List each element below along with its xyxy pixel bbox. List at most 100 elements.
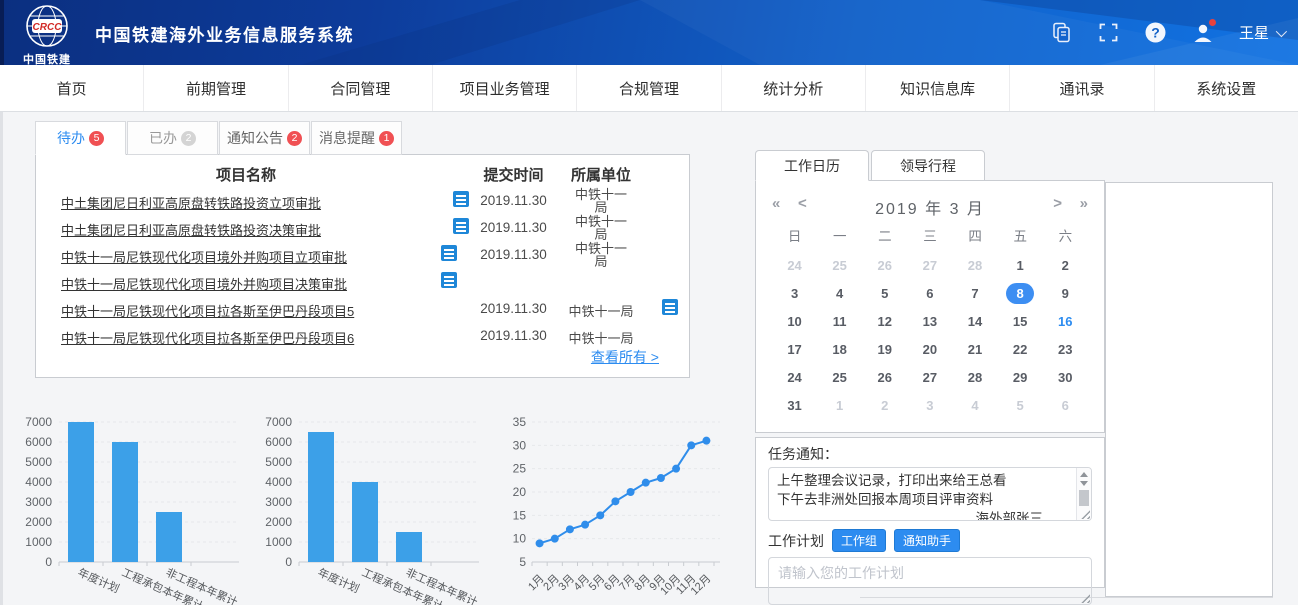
scroll-down-arrow-icon[interactable] xyxy=(1080,481,1088,486)
calendar-day[interactable]: 27 xyxy=(907,251,952,279)
calendar-day[interactable]: 6 xyxy=(1043,391,1088,419)
calendar-day[interactable]: 17 xyxy=(772,335,817,363)
calendar-day[interactable]: 7 xyxy=(952,279,997,307)
tab-0[interactable]: 待办5 xyxy=(35,121,126,155)
day-number: 20 xyxy=(923,342,937,357)
calendar-day[interactable]: 26 xyxy=(862,363,907,391)
detail-list-icon[interactable] xyxy=(662,299,678,315)
calendar-day[interactable]: 28 xyxy=(952,363,997,391)
calendar-day[interactable]: 21 xyxy=(952,335,997,363)
username: 王星 xyxy=(1239,22,1269,43)
project-link[interactable]: 中铁十一局尼铁现代化项目拉各斯至伊巴丹段项目5 xyxy=(61,301,354,320)
todo-panel: 项目名称 提交时间 所属单位 中土集团尼日利亚高原盘转铁路投资立项审批2019.… xyxy=(35,154,690,378)
tab-1[interactable]: 已办2 xyxy=(127,121,218,155)
calendar-day[interactable]: 1 xyxy=(817,391,862,419)
calendar-day[interactable]: 31 xyxy=(772,391,817,419)
next-month-arrow[interactable]: > xyxy=(1053,195,1062,212)
calendar-day[interactable]: 1 xyxy=(998,251,1043,279)
work-group-button[interactable]: 工作组 xyxy=(832,529,886,552)
calendar-day[interactable]: 10 xyxy=(772,307,817,335)
user-icon[interactable] xyxy=(1192,22,1214,44)
nav-item-7[interactable]: 通讯录 xyxy=(1010,65,1154,111)
svg-text:15: 15 xyxy=(513,508,527,522)
calendar-day[interactable]: 25 xyxy=(817,363,862,391)
nav-item-2[interactable]: 合同管理 xyxy=(289,65,433,111)
calendar-day[interactable]: 27 xyxy=(907,363,952,391)
next-year-arrow[interactable]: » xyxy=(1080,195,1088,212)
submit-date: 2019.11.30 xyxy=(466,193,561,208)
calendar-day[interactable]: 13 xyxy=(907,307,952,335)
calendar-day[interactable]: 24 xyxy=(772,363,817,391)
detail-list-icon[interactable] xyxy=(441,245,457,261)
calendar-day[interactable]: 28 xyxy=(952,251,997,279)
calendar-day[interactable]: 15 xyxy=(998,307,1043,335)
scrollbar-thumb[interactable] xyxy=(1079,490,1089,506)
scroll-up-arrow-icon[interactable] xyxy=(1080,472,1088,477)
svg-text:5: 5 xyxy=(519,555,526,569)
view-all-link[interactable]: 查看所有 > xyxy=(591,347,659,367)
nav-item-8[interactable]: 系统设置 xyxy=(1155,65,1298,111)
nav-item-6[interactable]: 知识信息库 xyxy=(866,65,1010,111)
tab-3[interactable]: 消息提醒1 xyxy=(311,121,402,155)
calendar-day[interactable]: 9 xyxy=(1043,279,1088,307)
nav-item-1[interactable]: 前期管理 xyxy=(144,65,288,111)
tab-2[interactable]: 通知公告2 xyxy=(219,121,310,155)
project-link[interactable]: 中土集团尼日利亚高原盘转铁路投资立项审批 xyxy=(61,193,321,212)
nav-item-3[interactable]: 项目业务管理 xyxy=(433,65,577,111)
project-link[interactable]: 中铁十一局尼铁现代化项目境外并购项目决策审批 xyxy=(61,274,347,293)
work-plan-toolbar: 工作计划 工作组 通知助手 xyxy=(768,529,1092,552)
nav-item-5[interactable]: 统计分析 xyxy=(722,65,866,111)
calendar-day[interactable]: 3 xyxy=(907,391,952,419)
day-number: 4 xyxy=(971,398,978,413)
nav-item-4[interactable]: 合规管理 xyxy=(577,65,721,111)
svg-text:7000: 7000 xyxy=(265,415,292,429)
notify-assistant-button[interactable]: 通知助手 xyxy=(894,529,960,552)
calendar-header: « < 2019 年 3 月 > » xyxy=(770,187,1090,223)
day-number: 24 xyxy=(787,258,801,273)
task-notice-textarea[interactable]: 上午整理会议记录，打印出来给王总看下午去非洲处回报本周项目评审资料海外部张三 xyxy=(768,467,1092,521)
calendar-day[interactable]: 20 xyxy=(907,335,952,363)
calendar-day[interactable]: 25 xyxy=(817,251,862,279)
calendar-day[interactable]: 18 xyxy=(817,335,862,363)
calendar-day[interactable]: 19 xyxy=(862,335,907,363)
help-icon[interactable]: ? xyxy=(1145,22,1167,44)
calendar-day[interactable]: 16 xyxy=(1043,307,1088,335)
work-plan-label: 工作计划 xyxy=(768,531,824,551)
detail-list-icon[interactable] xyxy=(441,272,457,288)
calendar-day[interactable]: 12 xyxy=(862,307,907,335)
project-link[interactable]: 中铁十一局尼铁现代化项目境外并购项目立项审批 xyxy=(61,247,347,266)
fullscreen-icon[interactable] xyxy=(1098,22,1120,44)
day-number: 19 xyxy=(878,342,892,357)
table-row: 中铁十一局尼铁现代化项目境外并购项目决策审批 xyxy=(36,268,689,295)
project-link[interactable]: 中铁十一局尼铁现代化项目拉各斯至伊巴丹段项目6 xyxy=(61,328,354,347)
copy-icon[interactable] xyxy=(1051,22,1073,44)
calendar-day[interactable]: 29 xyxy=(998,363,1043,391)
bar-chart-2: 01000200030004000500060007000年度计划工程承包本年累… xyxy=(255,400,495,605)
calendar-day[interactable]: 5 xyxy=(998,391,1043,419)
calendar-day[interactable]: 3 xyxy=(772,279,817,307)
right-tab-0[interactable]: 工作日历 xyxy=(755,150,869,181)
user-menu[interactable]: 王星 xyxy=(1239,22,1284,43)
calendar-day[interactable]: 30 xyxy=(1043,363,1088,391)
calendar-day[interactable]: 2 xyxy=(862,391,907,419)
calendar-day[interactable]: 14 xyxy=(952,307,997,335)
calendar-day[interactable]: 2 xyxy=(1043,251,1088,279)
calendar-day[interactable]: 6 xyxy=(907,279,952,307)
calendar-day[interactable]: 4 xyxy=(952,391,997,419)
calendar-day[interactable]: 22 xyxy=(998,335,1043,363)
svg-text:6000: 6000 xyxy=(265,435,292,449)
nav-item-0[interactable]: 首页 xyxy=(0,65,144,111)
work-plan-input[interactable] xyxy=(769,558,1091,604)
project-link[interactable]: 中土集团尼日利亚高原盘转铁路投资决策审批 xyxy=(61,220,321,239)
calendar-day[interactable]: 4 xyxy=(817,279,862,307)
svg-text:4000: 4000 xyxy=(265,475,292,489)
calendar-day[interactable]: 5 xyxy=(862,279,907,307)
calendar-day[interactable]: 11 xyxy=(817,307,862,335)
day-number: 2 xyxy=(1062,258,1069,273)
calendar-day[interactable]: 23 xyxy=(1043,335,1088,363)
calendar-day[interactable]: 24 xyxy=(772,251,817,279)
calendar-day[interactable]: 26 xyxy=(862,251,907,279)
day-number: 17 xyxy=(787,342,801,357)
right-tab-1[interactable]: 领导行程 xyxy=(871,150,985,181)
calendar-day[interactable]: 8 xyxy=(998,279,1043,307)
